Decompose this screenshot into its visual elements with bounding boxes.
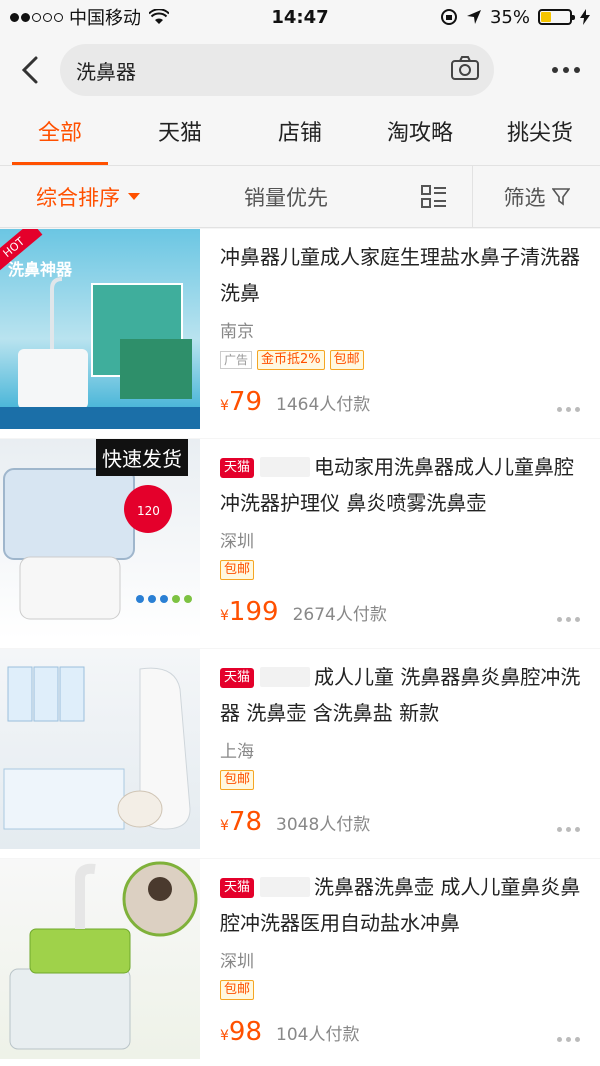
- more-options-button[interactable]: [552, 67, 580, 73]
- product-price: 199: [228, 597, 279, 627]
- product-image: HOT 洗鼻神器: [0, 229, 200, 429]
- caret-down-icon: [128, 193, 140, 200]
- more-icon[interactable]: [557, 617, 580, 622]
- product-list: HOT 洗鼻神器 冲鼻器儿童成人家庭生理盐水鼻子清洗器洗鼻 南京 广告 金币抵2…: [0, 229, 600, 1066]
- sort-default-label: 综合排序: [36, 185, 120, 210]
- charging-bolt-icon: [580, 9, 590, 25]
- search-header: 洗鼻器: [0, 34, 600, 106]
- chevron-left-icon: [21, 56, 38, 84]
- product-card[interactable]: 天猫 成人儿童 洗鼻器鼻炎鼻腔冲洗器 洗鼻壶 含洗鼻盐 新款 上海 包邮 ¥ 78…: [0, 649, 600, 858]
- payment-count: 104人付款: [276, 1025, 360, 1045]
- camera-search-button[interactable]: [450, 55, 480, 85]
- tmall-badge: 天猫: [220, 878, 255, 898]
- list-view-icon: [421, 184, 446, 208]
- more-dots-icon: [552, 67, 558, 73]
- status-bar: 中国移动 14:47 35%: [0, 0, 600, 34]
- product-card[interactable]: HOT 洗鼻神器 冲鼻器儿童成人家庭生理盐水鼻子清洗器洗鼻 南京 广告 金币抵2…: [0, 229, 600, 438]
- location-arrow-icon: [466, 10, 481, 24]
- free-shipping-tag: 包邮: [329, 350, 364, 370]
- currency-symbol: ¥: [220, 608, 229, 624]
- price-row: ¥ 98 104人付款: [220, 1017, 580, 1047]
- carrier-name: 中国移动: [69, 8, 141, 29]
- ad-label: 广告: [220, 351, 253, 369]
- product-tags: 广告 金币抵2% 包邮: [220, 349, 582, 371]
- sort-by-sales-button[interactable]: 销量优先: [176, 182, 396, 212]
- price-row: ¥ 78 3048人付款: [220, 807, 580, 837]
- more-dot: [574, 67, 580, 73]
- category-tabs: 全部 天猫 店铺 淘攻略 挑尖货: [0, 106, 600, 166]
- filter-label: 筛选: [503, 185, 546, 210]
- search-input[interactable]: 洗鼻器: [60, 44, 494, 96]
- product-tags: 包邮: [220, 559, 582, 581]
- tmall-badge: 天猫: [220, 458, 255, 478]
- coin-discount-tag: 金币抵2%: [257, 350, 325, 370]
- more-icon[interactable]: [557, 407, 580, 412]
- more-icon[interactable]: [557, 1037, 580, 1042]
- sort-bar: 综合排序 销量优先 筛选: [0, 165, 600, 228]
- battery-percent: 35%: [489, 6, 530, 28]
- product-city: 深圳: [220, 952, 254, 972]
- back-button[interactable]: [0, 40, 60, 100]
- product-price: 79: [228, 387, 263, 417]
- product-tags: 包邮: [220, 979, 582, 1001]
- redacted-brand: [260, 457, 311, 477]
- product-card[interactable]: 快速发货 120 天猫 电动家用洗鼻器成人儿童鼻腔冲洗器护理仪 鼻炎喷雾洗鼻壶 深…: [0, 439, 600, 648]
- payment-count: 2674人付款: [292, 605, 387, 625]
- product-title[interactable]: 天猫 电动家用洗鼻器成人儿童鼻腔冲洗器护理仪 鼻炎喷雾洗鼻壶: [220, 449, 582, 521]
- tab-all[interactable]: 全部: [0, 106, 120, 166]
- filter-funnel-icon: [551, 187, 570, 206]
- wifi-icon: [149, 9, 169, 24]
- product-tags: 包邮: [220, 769, 582, 791]
- battery-icon: [538, 9, 575, 25]
- product-card[interactable]: 天猫 洗鼻器洗鼻壶 成人儿童鼻炎鼻腔冲洗器医用自动盐水冲鼻 深圳 包邮 ¥ 98 …: [0, 859, 600, 1066]
- free-shipping-tag: 包邮: [220, 770, 255, 790]
- product-image: [0, 649, 200, 849]
- camera-icon: [451, 56, 479, 80]
- product-price: 98: [228, 1017, 263, 1047]
- nasal-rinse-bottle-image: [3, 666, 191, 830]
- product-image: 快速发货 120: [0, 439, 200, 639]
- more-dot: [563, 67, 569, 73]
- fast-shipping-badge: 快速发货: [96, 439, 188, 476]
- svg-text:洗鼻神器: 洗鼻神器: [8, 260, 73, 279]
- currency-symbol: ¥: [220, 818, 229, 834]
- product-info: 天猫 电动家用洗鼻器成人儿童鼻腔冲洗器护理仪 鼻炎喷雾洗鼻壶 深圳 包邮 ¥ 19…: [200, 439, 600, 648]
- product-city: 上海: [220, 742, 254, 762]
- product-city: 深圳: [220, 532, 254, 552]
- redacted-brand: [260, 877, 311, 897]
- price-row: ¥ 79 1464人付款: [220, 387, 580, 417]
- nasal-irrigator-image: 洗鼻神器: [0, 260, 200, 429]
- price-row: ¥ 199 2674人付款: [220, 597, 580, 627]
- filter-button[interactable]: 筛选: [472, 165, 600, 228]
- free-shipping-tag: 包邮: [220, 980, 255, 1000]
- search-query-text: 洗鼻器: [76, 59, 136, 84]
- product-info: 天猫 成人儿童 洗鼻器鼻炎鼻腔冲洗器 洗鼻壶 含洗鼻盐 新款 上海 包邮 ¥ 78…: [200, 649, 600, 858]
- payment-count: 3048人付款: [276, 815, 371, 835]
- tab-tmall[interactable]: 天猫: [120, 106, 240, 166]
- view-toggle-button[interactable]: [396, 184, 472, 209]
- currency-symbol: ¥: [220, 398, 229, 414]
- sort-default-button[interactable]: 综合排序: [0, 182, 176, 212]
- currency-symbol: ¥: [220, 1028, 229, 1044]
- rotation-lock-icon: [440, 9, 457, 25]
- tab-shops[interactable]: 店铺: [240, 106, 360, 166]
- more-icon[interactable]: [557, 827, 580, 832]
- tmall-badge: 天猫: [220, 668, 255, 688]
- product-price: 78: [228, 807, 263, 837]
- product-title[interactable]: 天猫 成人儿童 洗鼻器鼻炎鼻腔冲洗器 洗鼻壶 含洗鼻盐 新款: [220, 659, 582, 731]
- product-info: 冲鼻器儿童成人家庭生理盐水鼻子清洗器洗鼻 南京 广告 金币抵2% 包邮 ¥ 79…: [200, 229, 600, 438]
- signal-strength-icon: [10, 12, 63, 22]
- payment-count: 1464人付款: [276, 395, 371, 415]
- automatic-irrigator-image: [9, 861, 198, 1050]
- redacted-brand: [260, 667, 311, 687]
- product-city: 南京: [220, 322, 254, 342]
- tab-guides[interactable]: 淘攻略: [360, 106, 480, 166]
- product-title[interactable]: 冲鼻器儿童成人家庭生理盐水鼻子清洗器洗鼻: [220, 239, 582, 311]
- product-image: [0, 859, 200, 1059]
- svg-text:120: 120: [137, 504, 160, 518]
- product-title[interactable]: 天猫 洗鼻器洗鼻壶 成人儿童鼻炎鼻腔冲洗器医用自动盐水冲鼻: [220, 869, 582, 941]
- product-info: 天猫 洗鼻器洗鼻壶 成人儿童鼻炎鼻腔冲洗器医用自动盐水冲鼻 深圳 包邮 ¥ 98 …: [200, 859, 600, 1066]
- tab-premium[interactable]: 挑尖货: [480, 106, 600, 166]
- free-shipping-tag: 包邮: [220, 560, 255, 580]
